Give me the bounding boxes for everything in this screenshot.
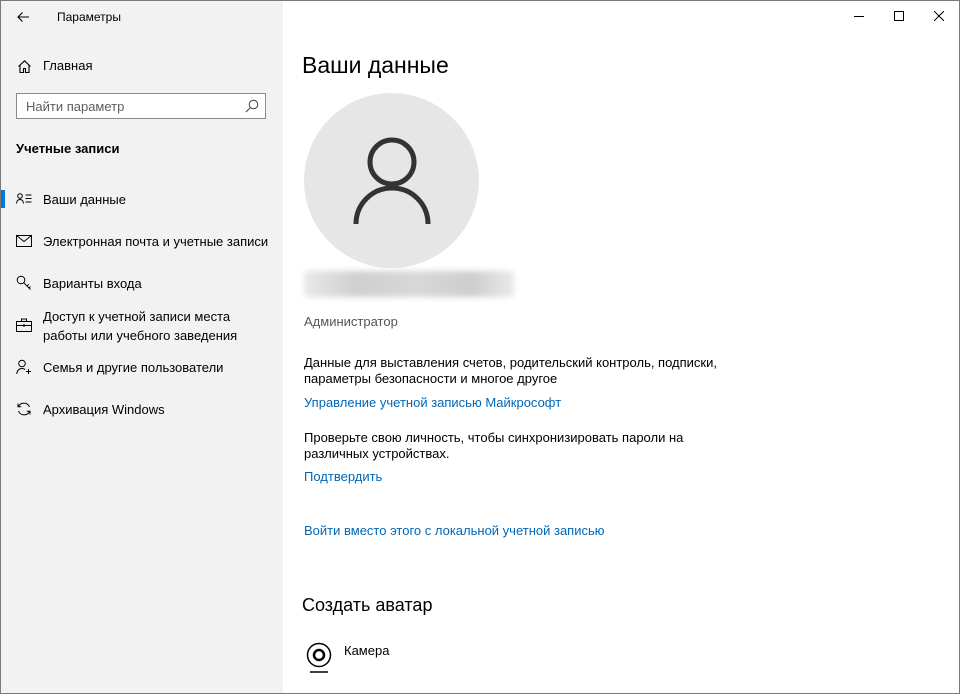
user-icon: [353, 137, 430, 224]
sidebar-item-label: Семья и другие пользователи: [43, 360, 224, 375]
camera-label[interactable]: Камера: [344, 643, 389, 658]
nav-home[interactable]: Главная: [1, 56, 283, 76]
sidebar-item-family[interactable]: Семья и другие пользователи: [1, 357, 283, 377]
minimize-icon: [854, 16, 864, 17]
settings-window: Параметры Главная Найти параметр Учетные…: [0, 0, 960, 694]
account-role: Администратор: [304, 314, 398, 329]
add-person-icon: [15, 358, 33, 376]
billing-description: Данные для выставления счетов, родительс…: [304, 355, 717, 386]
mail-icon: [15, 232, 33, 250]
sidebar-item-label: Электронная почта и учетные записи: [43, 234, 269, 249]
close-icon: [934, 11, 944, 21]
sidebar-item-your-info[interactable]: Ваши данные: [1, 189, 283, 209]
local-account-link[interactable]: Войти вместо этого с локальной учетной з…: [304, 523, 605, 538]
title-bar: Параметры: [1, 1, 959, 33]
sidebar-item-backup[interactable]: Архивация Windows: [1, 399, 283, 419]
verify-link[interactable]: Подтвердить: [304, 469, 382, 484]
sidebar-section-title: Учетные записи: [16, 141, 120, 156]
nav-home-label: Главная: [43, 58, 93, 73]
maximize-icon: [894, 11, 904, 21]
home-icon: [15, 57, 33, 75]
sidebar-item-label: Архивация Windows: [43, 402, 165, 417]
search-input[interactable]: Найти параметр: [16, 93, 266, 119]
create-avatar-heading: Создать аватар: [302, 595, 433, 615]
sidebar-item-label: Доступ к учетной записи места работы или…: [43, 309, 238, 343]
arrow-left-icon: [17, 12, 29, 22]
user-details-icon: [15, 190, 33, 208]
maximize-button[interactable]: [879, 1, 919, 31]
blurred-user-name: [304, 271, 514, 297]
back-button[interactable]: [7, 1, 39, 33]
sync-icon: [15, 400, 33, 418]
sidebar-item-email[interactable]: Электронная почта и учетные записи: [1, 231, 283, 251]
sidebar-item-sign-in-options[interactable]: Варианты входа: [1, 273, 283, 293]
briefcase-icon: [15, 316, 33, 334]
search-icon: [245, 99, 259, 113]
window-title: Параметры: [57, 10, 121, 24]
camera-icon[interactable]: [304, 641, 334, 678]
minimize-button[interactable]: [839, 1, 879, 31]
verify-description: Проверьте свою личность, чтобы синхрониз…: [304, 430, 684, 461]
key-icon: [15, 274, 33, 292]
sidebar-item-label: Варианты входа: [43, 276, 142, 291]
search-placeholder: Найти параметр: [26, 99, 125, 114]
sidebar-item-label: Ваши данные: [43, 192, 126, 207]
close-button[interactable]: [919, 1, 959, 31]
page-title: Ваши данные: [302, 52, 449, 78]
avatar: [304, 93, 479, 268]
sidebar-item-work-access[interactable]: Доступ к учетной записи места работы или…: [1, 306, 283, 346]
manage-account-link[interactable]: Управление учетной записью Майкрософт: [304, 395, 561, 410]
